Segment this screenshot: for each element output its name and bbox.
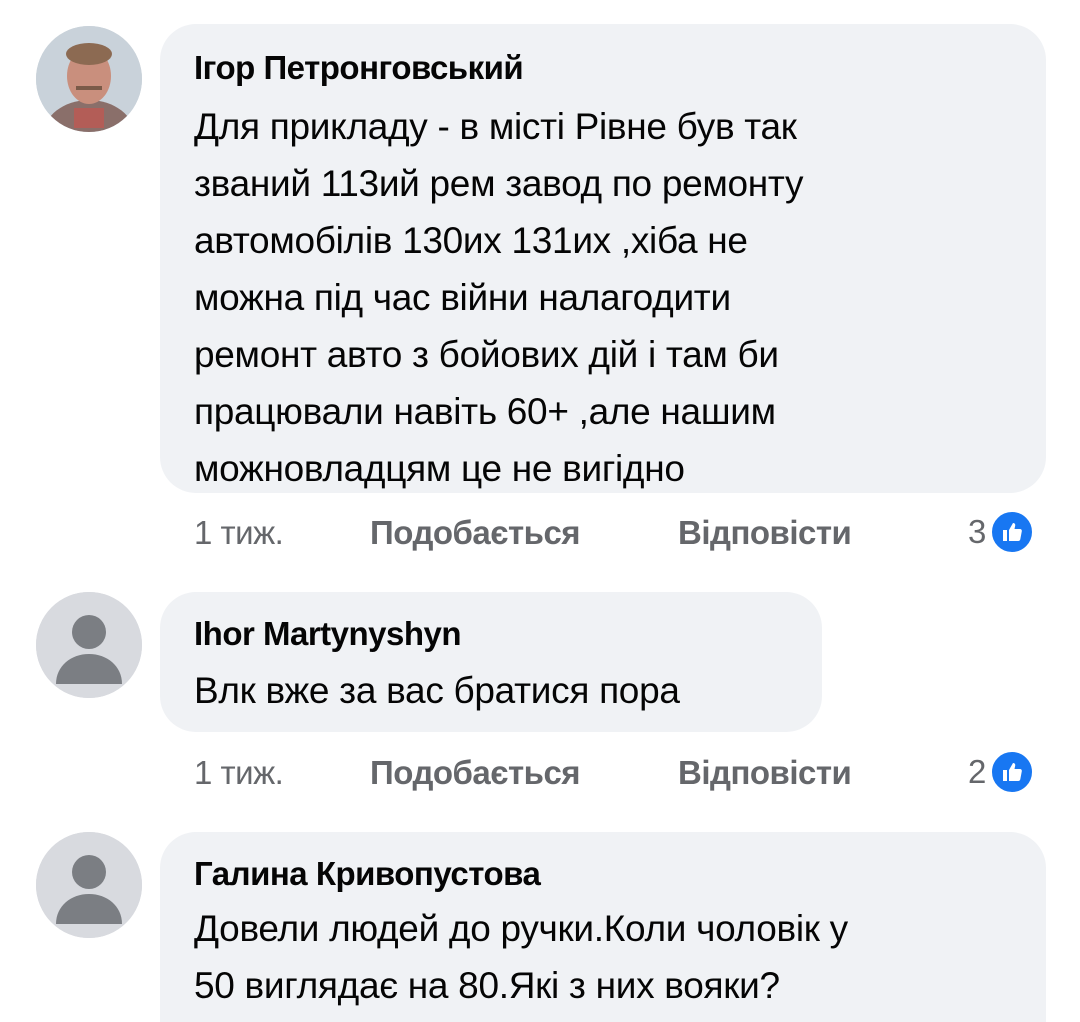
comment-bubble: Галина Кривопустова Довели людей до ручк… xyxy=(160,832,1046,1022)
comment-text: Влк вже за вас братися пора xyxy=(194,662,822,719)
comment-text: Для прикладу - в місті Рівне був так зва… xyxy=(194,98,1046,497)
comment-author[interactable]: Ihor Martynyshyn xyxy=(194,614,822,654)
comment-author[interactable]: Ігор Петронговський xyxy=(194,48,1046,88)
comment-bubble: Ihor Martynyshyn Влк вже за вас братися … xyxy=(160,592,822,732)
comment-line: званий 113ий рем завод по ремонту xyxy=(194,163,804,204)
comment-line: ремонт авто з бойових дій і там би xyxy=(194,334,779,375)
comment-line: можновладцям це не вигідно xyxy=(194,448,685,489)
comment-bubble: Ігор Петронговський Для прикладу - в міс… xyxy=(160,24,1046,493)
comment-timestamp[interactable]: 1 тиж. xyxy=(194,754,284,792)
reply-button[interactable]: Відповісти xyxy=(678,514,852,552)
avatar[interactable] xyxy=(36,832,142,938)
reaction-summary[interactable]: 3 xyxy=(968,510,1035,554)
reaction-count: 3 xyxy=(968,513,987,550)
comment-line: можна під час війни налагодити xyxy=(194,277,731,318)
comment-timestamp[interactable]: 1 тиж. xyxy=(194,514,284,552)
reaction-summary[interactable]: 2 xyxy=(968,750,1035,794)
reaction-count: 2 xyxy=(968,753,987,790)
profile-photo xyxy=(36,26,142,132)
like-button[interactable]: Подобається xyxy=(370,754,581,792)
like-icon xyxy=(990,510,1035,554)
default-avatar-icon xyxy=(36,592,142,698)
like-button[interactable]: Подобається xyxy=(370,514,581,552)
reply-button[interactable]: Відповісти xyxy=(678,754,852,792)
comment-text: Довели людей до ручки.Коли чоловік у 50 … xyxy=(194,900,1046,1014)
comment-line: Довели людей до ручки.Коли чоловік у xyxy=(194,908,848,949)
comment-line: Влк вже за вас братися пора xyxy=(194,670,680,711)
comment-line: працювали навіть 60+ ,але нашим xyxy=(194,391,776,432)
like-icon xyxy=(990,750,1035,794)
avatar[interactable] xyxy=(36,26,142,132)
comment-line: автомобілів 130их 131их ,хіба не xyxy=(194,220,748,261)
comment-line: 50 виглядає на 80.Які з них вояки? xyxy=(194,965,780,1006)
comment-author[interactable]: Галина Кривопустова xyxy=(194,854,1046,894)
avatar[interactable] xyxy=(36,592,142,698)
default-avatar-icon xyxy=(36,832,142,938)
comment-line: Для прикладу - в місті Рівне був так xyxy=(194,106,797,147)
